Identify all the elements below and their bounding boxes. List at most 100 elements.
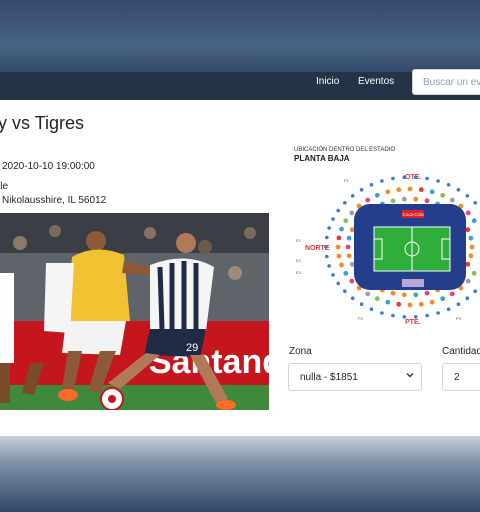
seat-section[interactable] (465, 261, 471, 267)
seat-section[interactable] (374, 296, 380, 302)
seat-section[interactable] (339, 226, 344, 232)
seat-section[interactable] (349, 261, 355, 267)
seat-section[interactable] (327, 264, 331, 268)
west-label: PTE. (405, 319, 421, 326)
seat-section[interactable] (359, 188, 364, 192)
seat-section[interactable] (465, 227, 471, 233)
seat-section[interactable] (391, 313, 395, 318)
seat-section[interactable] (359, 302, 364, 306)
seat-section[interactable] (418, 301, 424, 307)
seat-section[interactable] (401, 196, 407, 202)
event-photo: Santander 29 (0, 213, 269, 410)
nav-link-inicio[interactable]: Inicio (316, 76, 339, 87)
cantidad-input[interactable]: 2 (442, 363, 480, 391)
seat-section[interactable] (449, 197, 455, 203)
seat-section[interactable] (336, 208, 340, 213)
seat-section[interactable] (473, 289, 477, 293)
seat-section[interactable] (429, 299, 435, 305)
seat-section[interactable] (424, 198, 430, 204)
seat-section[interactable] (413, 292, 419, 298)
seat-section[interactable] (349, 210, 355, 216)
seat-section[interactable] (343, 201, 347, 205)
seat-section[interactable] (424, 290, 430, 296)
seat-section[interactable] (418, 187, 424, 193)
seat-section[interactable] (345, 244, 351, 250)
seat-section[interactable] (331, 217, 335, 221)
seat-section[interactable] (465, 210, 471, 216)
seat-section[interactable] (471, 218, 477, 224)
seat-section[interactable] (468, 253, 474, 259)
seat-section[interactable] (471, 270, 477, 276)
seat-section[interactable] (365, 197, 371, 203)
seat-section[interactable] (425, 313, 429, 318)
seat-section[interactable] (469, 244, 475, 250)
seat-section[interactable] (331, 273, 335, 277)
seat-section[interactable] (343, 289, 347, 293)
seat-section[interactable] (396, 301, 402, 307)
seat-section[interactable] (325, 235, 329, 240)
seat-section[interactable] (396, 187, 402, 193)
event-datetime: 2020-10-10 19:00:00 (2, 161, 95, 172)
seat-section[interactable] (339, 262, 344, 268)
seat-section[interactable] (391, 176, 395, 181)
seat-section[interactable] (349, 278, 355, 284)
seat-section[interactable] (335, 244, 341, 250)
seat-section[interactable] (436, 179, 440, 183)
zona-label: Zona (289, 346, 312, 357)
seat-section[interactable] (350, 194, 355, 198)
seat-section[interactable] (413, 315, 418, 319)
seat-section[interactable] (369, 307, 374, 311)
seat-section[interactable] (385, 189, 391, 195)
seat-section[interactable] (346, 235, 352, 241)
lower-zone-block (402, 279, 424, 287)
seat-section[interactable] (343, 218, 349, 224)
seat-section[interactable] (402, 175, 407, 179)
seat-section[interactable] (336, 281, 340, 286)
seat-section[interactable] (385, 299, 391, 305)
seat-section[interactable] (413, 175, 418, 179)
seat-section[interactable] (413, 196, 419, 202)
seat-section[interactable] (327, 226, 331, 230)
seat-section[interactable] (407, 302, 413, 308)
seat-section[interactable] (446, 307, 451, 311)
seat-section[interactable] (407, 186, 413, 192)
seat-section[interactable] (436, 311, 440, 315)
seat-section[interactable] (402, 315, 407, 319)
seat-section[interactable] (468, 235, 474, 241)
seat-section[interactable] (324, 245, 328, 249)
seat-section[interactable] (369, 183, 374, 187)
seat-section[interactable] (465, 194, 470, 198)
seat-section[interactable] (449, 291, 455, 297)
seat-section[interactable] (350, 296, 355, 300)
seat-section[interactable] (343, 270, 349, 276)
seat-section[interactable] (425, 176, 429, 181)
seat-section[interactable] (380, 311, 384, 315)
seat-section[interactable] (465, 278, 471, 284)
seat-section[interactable] (336, 253, 342, 259)
seat-section[interactable] (440, 296, 446, 302)
seat-section[interactable] (429, 189, 435, 195)
nav-link-eventos[interactable]: Eventos (358, 76, 394, 87)
seat-section[interactable] (336, 235, 342, 241)
seat-section[interactable] (456, 302, 461, 306)
seat-section[interactable] (365, 291, 371, 297)
seat-section[interactable] (349, 227, 355, 233)
seat-section[interactable] (440, 192, 446, 198)
player-number: 29 (186, 342, 198, 354)
seat-section[interactable] (473, 201, 477, 205)
seat-section[interactable] (380, 179, 384, 183)
zone-code: P1 (344, 178, 350, 183)
seat-section[interactable] (325, 254, 329, 259)
zona-select[interactable]: nulla - $1851 (288, 363, 422, 391)
stadium-map[interactable]: UBICACIÓN DENTRO DEL ESTADIO PLANTA BAJA… (292, 142, 480, 332)
seat-section[interactable] (390, 198, 396, 204)
seat-section[interactable] (390, 290, 396, 296)
seat-section[interactable] (346, 253, 352, 259)
search-input[interactable]: Buscar un eve (412, 69, 480, 95)
seat-section[interactable] (374, 192, 380, 198)
seat-section[interactable] (456, 188, 461, 192)
seat-section[interactable] (446, 183, 451, 187)
event-address: Nikolausshire, IL 56012 (2, 195, 107, 206)
seat-section[interactable] (465, 296, 470, 300)
seat-section[interactable] (401, 292, 407, 298)
